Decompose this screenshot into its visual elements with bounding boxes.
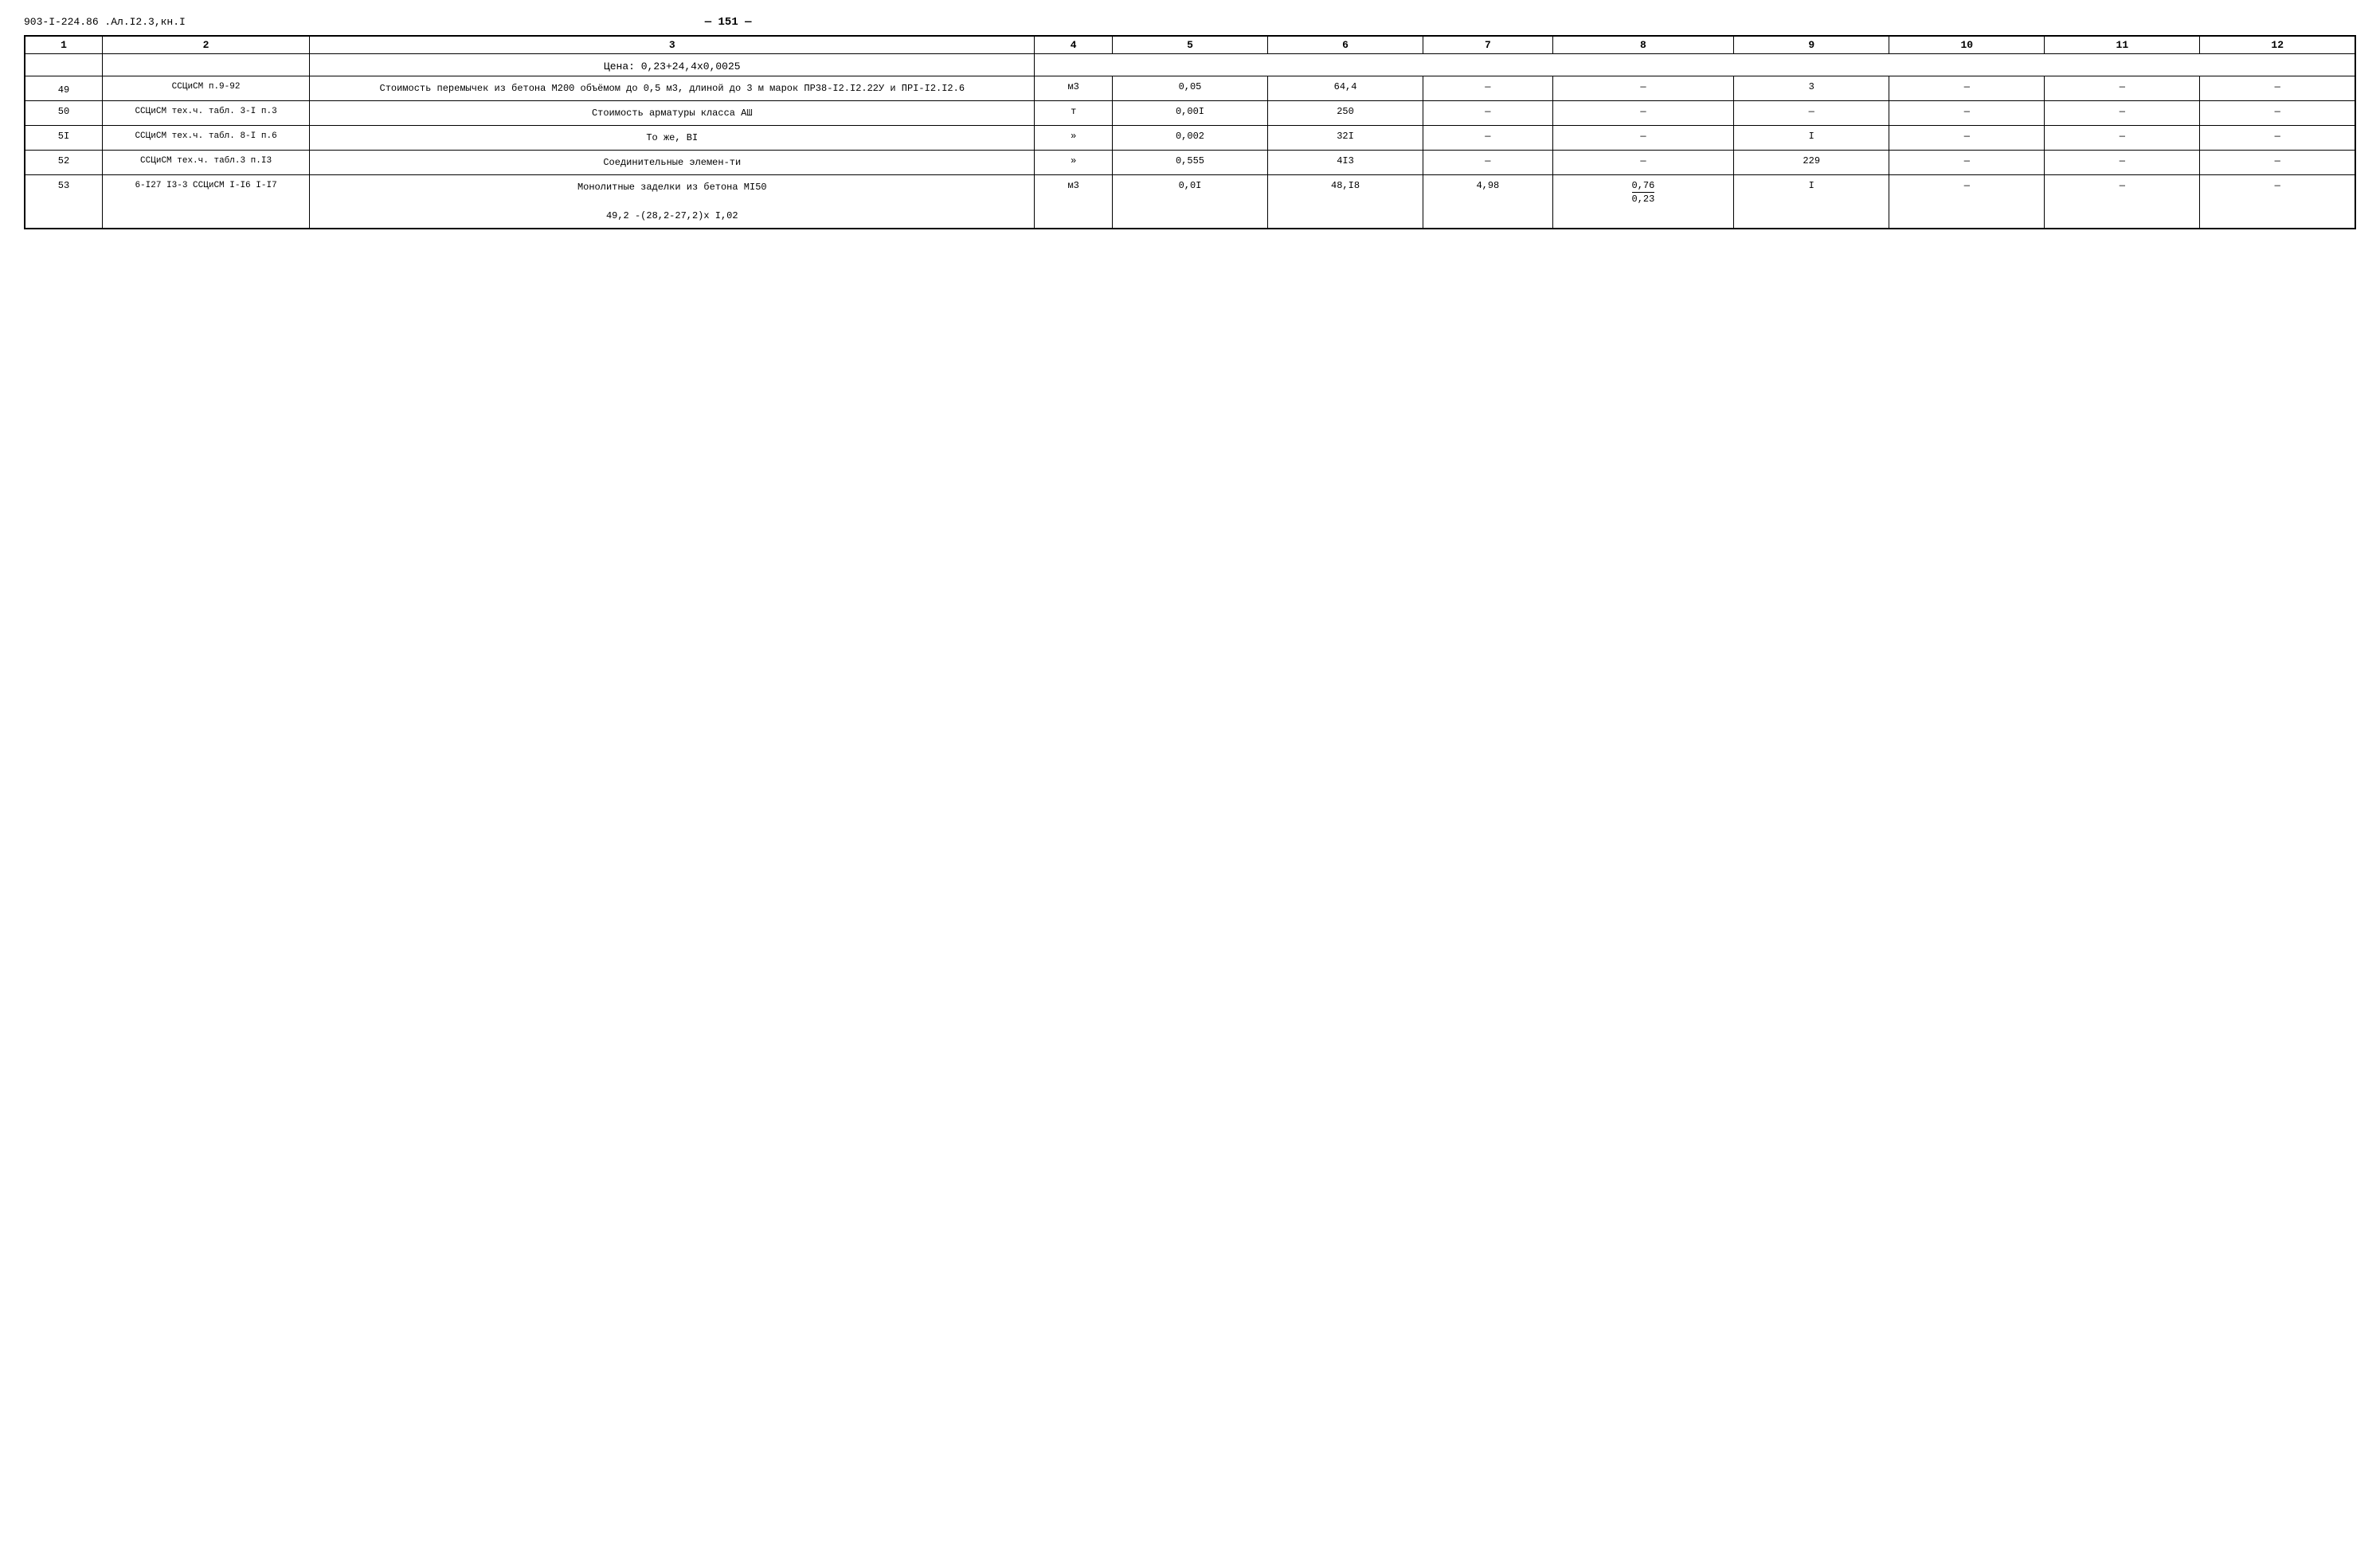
- row-53-ref: 6-I27 I3-3 ССЦиСМ I-I6 I-I7: [103, 175, 310, 229]
- row-53-num: 53: [25, 175, 103, 229]
- row-53-col12: —: [2200, 175, 2355, 229]
- row-52-desc: Соединительные элемен-ти: [310, 151, 1035, 175]
- row-51-col12: —: [2200, 126, 2355, 151]
- row-52-col8: —: [1552, 151, 1734, 175]
- row-51-desc: То же, BI: [310, 126, 1035, 151]
- row-53-col7: 4,98: [1423, 175, 1553, 229]
- row-49-col5: 0,05: [1112, 76, 1267, 101]
- table-row: 49 ССЦиСМ п.9-92 Стоимость перемычек из …: [25, 76, 2355, 101]
- row-50-num: 50: [25, 101, 103, 126]
- page-header: 903-I-224.86 .Ал.I2.3,кн.I — 151 —: [24, 16, 2356, 29]
- row-53-col11: —: [2045, 175, 2200, 229]
- row-53-col8-top: 0,76: [1632, 180, 1655, 193]
- row-49-col6: 64,4: [1268, 76, 1423, 101]
- table-row: 5I ССЦиСМ тех.ч. табл. 8-I п.6 То же, BI…: [25, 126, 2355, 151]
- row-49-col7: —: [1423, 76, 1553, 101]
- table-header-row: 1 2 3 4 5 6 7 8 9 10 11 12: [25, 36, 2355, 54]
- row-50-unit: т: [1035, 101, 1113, 126]
- col-header-1: 1: [25, 36, 103, 54]
- main-table: 1 2 3 4 5 6 7 8 9 10 11 12 Цена: 0,23+24…: [24, 35, 2356, 229]
- table-row: 53 6-I27 I3-3 ССЦиСМ I-I6 I-I7 Монолитны…: [25, 175, 2355, 229]
- table-row: 52 ССЦиСМ тех.ч. табл.3 п.I3 Соединитель…: [25, 151, 2355, 175]
- row-49-col8: —: [1552, 76, 1734, 101]
- row-51-num: 5I: [25, 126, 103, 151]
- row-50-col5: 0,00I: [1112, 101, 1267, 126]
- row-50-col11: —: [2045, 101, 2200, 126]
- row-51-col9: I: [1734, 126, 1889, 151]
- col-header-7: 7: [1423, 36, 1553, 54]
- row-49-num: 49: [25, 76, 103, 101]
- row-51-col11: —: [2045, 126, 2200, 151]
- row-53-unit: м3: [1035, 175, 1113, 229]
- page-number: — 151 —: [186, 16, 1271, 29]
- row-50-col12: —: [2200, 101, 2355, 126]
- row-49-col11: —: [2045, 76, 2200, 101]
- row-51-col6: 32I: [1268, 126, 1423, 151]
- col-header-9: 9: [1734, 36, 1889, 54]
- row-51-ref: ССЦиСМ тех.ч. табл. 8-I п.6: [103, 126, 310, 151]
- row-50-desc: Стоимость арматуры класса АШ: [310, 101, 1035, 126]
- row-52-col5: 0,555: [1112, 151, 1267, 175]
- row-49-desc: Стоимость перемычек из бетона М200 объём…: [310, 76, 1035, 101]
- row-51-col5: 0,002: [1112, 126, 1267, 151]
- row-51-col8: —: [1552, 126, 1734, 151]
- col-header-12: 12: [2200, 36, 2355, 54]
- row-49-col9: 3: [1734, 76, 1889, 101]
- price-label: Цена: 0,23+24,4х0,0025: [310, 54, 1035, 76]
- row-50-col10: —: [1889, 101, 2045, 126]
- row-53-col5: 0,0I: [1112, 175, 1267, 229]
- row-49-unit: м3: [1035, 76, 1113, 101]
- row-52-col9: 229: [1734, 151, 1889, 175]
- col-header-3: 3: [310, 36, 1035, 54]
- row-49-ref: ССЦиСМ п.9-92: [103, 76, 310, 101]
- row-50-col7: —: [1423, 101, 1553, 126]
- row-53-fraction: 0,76 0,23: [1557, 180, 1730, 205]
- col-header-10: 10: [1889, 36, 2045, 54]
- row-51-col7: —: [1423, 126, 1553, 151]
- row-53-desc: Монолитные заделки из бетона МI50 49,2 -…: [310, 175, 1035, 229]
- price-label-row: Цена: 0,23+24,4х0,0025: [25, 54, 2355, 76]
- row-50-col6: 250: [1268, 101, 1423, 126]
- row-50-col9: —: [1734, 101, 1889, 126]
- row-52-unit: »: [1035, 151, 1113, 175]
- row-52-col11: —: [2045, 151, 2200, 175]
- col-header-5: 5: [1112, 36, 1267, 54]
- row-53-col9: I: [1734, 175, 1889, 229]
- row-52-col6: 4I3: [1268, 151, 1423, 175]
- row-53-col10: —: [1889, 175, 2045, 229]
- table-row: 50 ССЦиСМ тех.ч. табл. 3-I п.3 Стоимость…: [25, 101, 2355, 126]
- col-header-4: 4: [1035, 36, 1113, 54]
- col-header-6: 6: [1268, 36, 1423, 54]
- row-52-num: 52: [25, 151, 103, 175]
- row-49-col12: —: [2200, 76, 2355, 101]
- row-53-col6: 48,I8: [1268, 175, 1423, 229]
- row-52-col12: —: [2200, 151, 2355, 175]
- row-53-col8: 0,76 0,23: [1552, 175, 1734, 229]
- row-52-ref: ССЦиСМ тех.ч. табл.3 п.I3: [103, 151, 310, 175]
- row-50-ref: ССЦиСМ тех.ч. табл. 3-I п.3: [103, 101, 310, 126]
- row-49-col10: —: [1889, 76, 2045, 101]
- doc-reference: 903-I-224.86 .Ал.I2.3,кн.I: [24, 16, 186, 28]
- row-51-unit: »: [1035, 126, 1113, 151]
- col-header-2: 2: [103, 36, 310, 54]
- row-51-col10: —: [1889, 126, 2045, 151]
- row-52-col10: —: [1889, 151, 2045, 175]
- row-53-col8-bot: 0,23: [1632, 193, 1655, 205]
- row-50-col8: —: [1552, 101, 1734, 126]
- col-header-8: 8: [1552, 36, 1734, 54]
- row-52-col7: —: [1423, 151, 1553, 175]
- col-header-11: 11: [2045, 36, 2200, 54]
